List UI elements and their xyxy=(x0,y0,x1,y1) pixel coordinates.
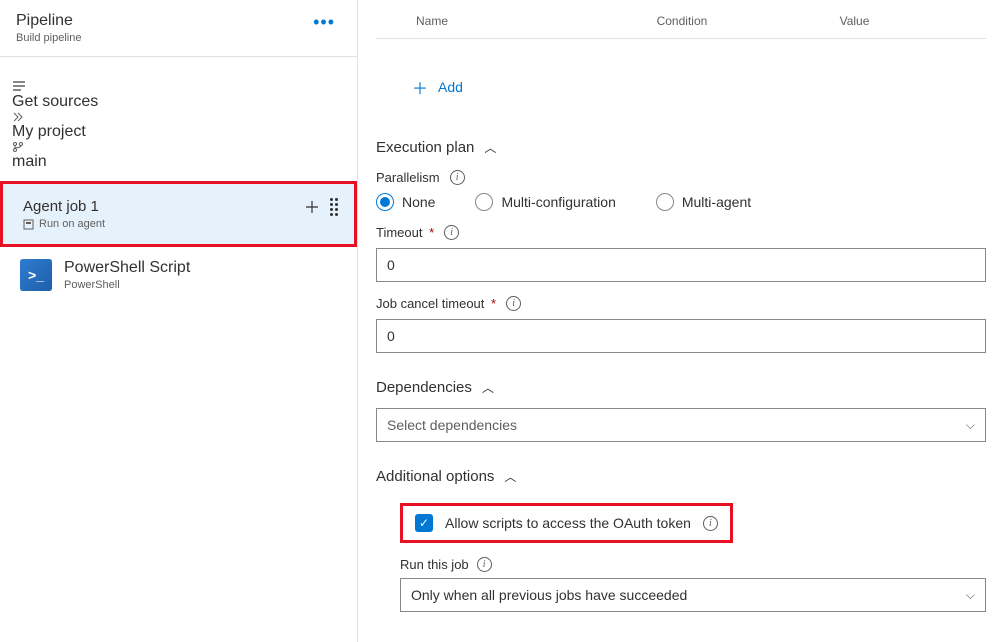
left-panel: Pipeline Build pipeline ••• Get sources … xyxy=(0,0,358,642)
add-variable-button[interactable]: ＋ Add xyxy=(376,39,463,123)
get-sources-label: Get sources xyxy=(12,93,98,110)
job-cancel-timeout-label: Job cancel timeout * i xyxy=(376,296,986,311)
additional-options-header[interactable]: Additional options ︿ xyxy=(376,468,986,485)
plus-icon: ＋ xyxy=(412,75,428,99)
timeout-input[interactable] xyxy=(376,248,986,282)
variables-table-header: Name Condition Value xyxy=(376,0,986,39)
repo-branch: main xyxy=(12,141,341,170)
execution-plan-header[interactable]: Execution plan ︿ xyxy=(376,139,986,156)
job-cancel-timeout-input[interactable] xyxy=(376,319,986,353)
chevron-down-icon: ⌵ xyxy=(966,418,975,433)
task-name: PowerShell Script xyxy=(64,259,190,277)
pipeline-title: Pipeline xyxy=(16,12,81,30)
agent-job-item[interactable]: Agent job 1 Run on agent xyxy=(0,181,357,247)
repo-project: My project xyxy=(12,111,341,140)
powershell-task-item[interactable]: >_ PowerShell Script PowerShell xyxy=(0,247,357,303)
chevron-up-icon: ︿ xyxy=(484,139,496,156)
radio-none[interactable]: None xyxy=(376,193,435,211)
right-panel: Name Condition Value ＋ Add Execution pla… xyxy=(358,0,1004,642)
dependencies-header[interactable]: Dependencies ︿ xyxy=(376,379,986,396)
add-task-button[interactable] xyxy=(304,199,320,215)
add-label: Add xyxy=(438,79,463,95)
parallelism-label: Parallelism i xyxy=(376,170,986,185)
get-sources-item[interactable]: Get sources My project main xyxy=(0,69,357,181)
oauth-highlight: ✓ Allow scripts to access the OAuth toke… xyxy=(400,503,733,543)
info-icon[interactable]: i xyxy=(450,170,465,185)
task-subtitle: PowerShell xyxy=(64,279,190,291)
info-icon[interactable]: i xyxy=(703,516,718,531)
timeout-label: Timeout * i xyxy=(376,225,986,240)
col-value: Value xyxy=(840,14,986,28)
agent-job-subtitle: Run on agent xyxy=(39,218,105,230)
info-icon[interactable]: i xyxy=(506,296,521,311)
info-icon[interactable]: i xyxy=(444,225,459,240)
more-actions-button[interactable]: ••• xyxy=(307,12,341,33)
powershell-icon: >_ xyxy=(20,259,52,291)
pipeline-header: Pipeline Build pipeline ••• xyxy=(0,0,357,56)
chevron-up-icon: ︿ xyxy=(482,379,494,396)
agent-job-name: Agent job 1 xyxy=(23,198,105,215)
chevron-up-icon: ︿ xyxy=(504,468,516,485)
azure-repo-icon xyxy=(12,111,24,123)
radio-multi-agent[interactable]: Multi-agent xyxy=(656,193,751,211)
oauth-label: Allow scripts to access the OAuth token xyxy=(445,515,691,531)
col-condition: Condition xyxy=(657,14,840,28)
run-this-job-label: Run this job i xyxy=(400,557,986,572)
chevron-down-icon: ⌵ xyxy=(966,588,975,603)
parallelism-radio-group: None Multi-configuration Multi-agent xyxy=(376,193,986,211)
pipeline-subtitle: Build pipeline xyxy=(16,32,81,44)
drag-handle-icon[interactable] xyxy=(330,198,338,216)
run-this-job-select[interactable]: Only when all previous jobs have succeed… xyxy=(400,578,986,612)
radio-multi-configuration[interactable]: Multi-configuration xyxy=(475,193,615,211)
col-name: Name xyxy=(376,14,657,28)
sources-icon xyxy=(12,79,341,93)
dependencies-select[interactable]: Select dependencies ⌵ xyxy=(376,408,986,442)
pipeline-title-block[interactable]: Pipeline Build pipeline xyxy=(16,12,81,44)
branch-icon xyxy=(12,141,24,153)
agent-icon xyxy=(23,219,34,230)
info-icon[interactable]: i xyxy=(477,557,492,572)
oauth-checkbox[interactable]: ✓ xyxy=(415,514,433,532)
